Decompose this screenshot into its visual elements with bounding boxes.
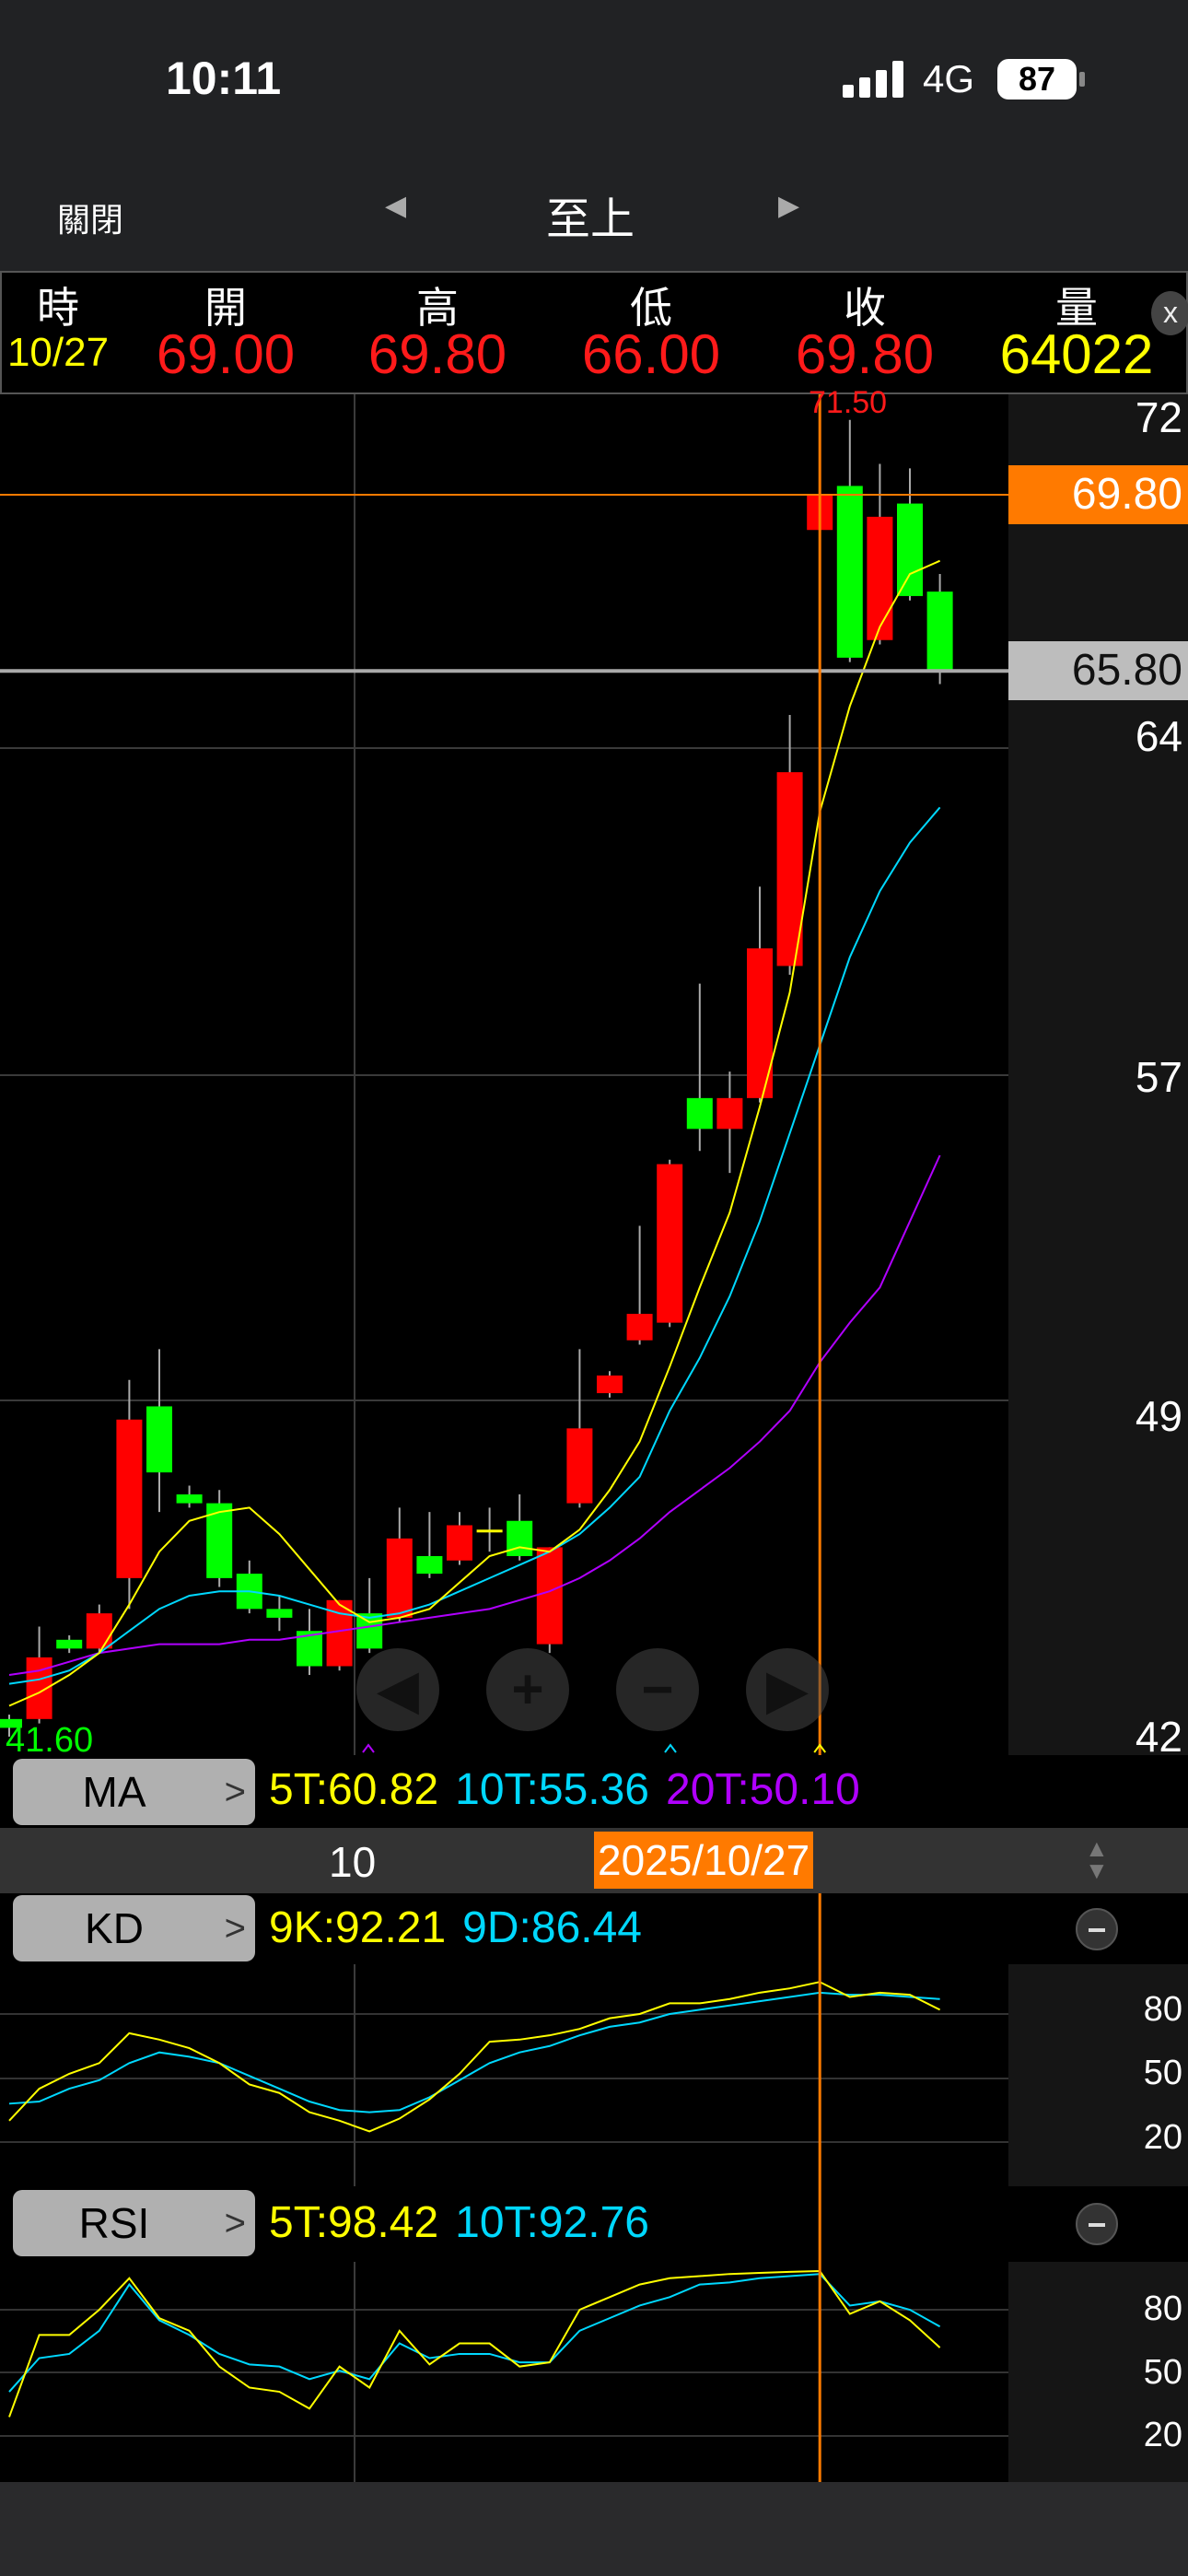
ma-row: MA > 5T:60.82 10T:55.36 20T:50.10 xyxy=(0,1755,1188,1828)
d-value: 9D:86.44 xyxy=(462,1903,642,1952)
candle-body xyxy=(476,1529,503,1533)
k-value: 9K:92.21 xyxy=(269,1903,447,1952)
chevron-right-icon: > xyxy=(224,1908,246,1949)
kd-tick: 20 xyxy=(1143,2118,1182,2157)
candle-body xyxy=(266,1609,293,1618)
scroll-right-button[interactable]: ▶ xyxy=(746,1648,829,1731)
ma10-value: 10T:55.36 xyxy=(455,1765,649,1814)
rsi-axis: 80 50 20 xyxy=(1008,2262,1188,2482)
rsi-label: RSI xyxy=(78,2199,150,2247)
collapse-rsi-icon[interactable] xyxy=(1076,2203,1118,2245)
ma20-value: 20T:50.10 xyxy=(666,1765,860,1814)
candle-body xyxy=(146,1406,172,1473)
rsi-row: RSI > 5T:98.42 10T:92.76 xyxy=(0,2186,1188,2262)
rsi10-value: 10T:92.76 xyxy=(455,2198,649,2247)
ma-marker-icon xyxy=(664,1743,677,1753)
rsi-tick: 80 xyxy=(1143,2289,1182,2328)
kd-row: KD > 9K:92.21 9D:86.44 xyxy=(0,1893,1188,1964)
candle-body xyxy=(926,591,953,672)
ref-price-tag: 65.80 xyxy=(1008,641,1188,700)
candle-body xyxy=(597,1376,623,1394)
rsi5-line xyxy=(8,2269,941,2418)
rsi5-value: 5T:98.42 xyxy=(269,2198,439,2247)
chevron-right-icon: > xyxy=(224,2203,246,2243)
chevron-right-icon: > xyxy=(224,1772,246,1812)
candle-body xyxy=(176,1494,203,1504)
kd-axis: 80 50 20 xyxy=(1008,1964,1188,2186)
candle-body xyxy=(447,1525,472,1561)
candle-body xyxy=(897,503,923,596)
selected-date: 2025/10/27 xyxy=(594,1832,814,1889)
zoom-out-button[interactable]: − xyxy=(616,1648,699,1731)
ma-selector-button[interactable]: MA > xyxy=(13,1759,255,1825)
candle-body xyxy=(686,1097,713,1130)
candle-body xyxy=(626,1314,653,1341)
kd-selector-button[interactable]: KD > xyxy=(13,1895,255,1961)
resize-handle-icon[interactable]: ▲ ▼ xyxy=(1085,1836,1109,1882)
date-bar[interactable]: 10 2025/10/27 ▲ ▼ xyxy=(0,1828,1188,1893)
kd-label: KD xyxy=(85,1904,144,1952)
candle-body xyxy=(867,516,893,640)
ma5-value: 5T:60.82 xyxy=(269,1765,439,1814)
candle-body xyxy=(86,1613,112,1649)
date-tick: 10 xyxy=(329,1838,377,1886)
candle-body xyxy=(386,1538,413,1618)
candle-body xyxy=(116,1419,143,1578)
scroll-left-button[interactable]: ◀ xyxy=(356,1648,439,1731)
bottom-bar xyxy=(0,2482,1188,2576)
candle-body xyxy=(716,1097,743,1130)
zoom-in-button[interactable]: + xyxy=(486,1648,569,1731)
rsi-tick: 20 xyxy=(1143,2416,1182,2454)
ma-label: MA xyxy=(82,1768,146,1816)
kd-tick: 50 xyxy=(1143,2054,1182,2092)
ma5-line xyxy=(8,559,941,1707)
candle-body xyxy=(566,1428,593,1504)
ma-marker-icon xyxy=(362,1743,375,1753)
d-line xyxy=(8,1991,940,2113)
candle-body xyxy=(416,1555,443,1575)
kd-tick: 80 xyxy=(1143,1990,1182,2029)
rsi-tick: 50 xyxy=(1143,2353,1182,2392)
candle-body xyxy=(536,1547,563,1645)
candle-body xyxy=(56,1639,83,1649)
candle-body xyxy=(657,1164,683,1323)
rsi10-line xyxy=(8,2273,941,2393)
collapse-kd-icon[interactable] xyxy=(1076,1908,1118,1950)
rsi-selector-button[interactable]: RSI > xyxy=(13,2190,255,2256)
max-price-label: 71.50 xyxy=(809,385,888,420)
last-price-tag: 69.80 xyxy=(1008,465,1188,524)
candle-body xyxy=(836,486,863,658)
